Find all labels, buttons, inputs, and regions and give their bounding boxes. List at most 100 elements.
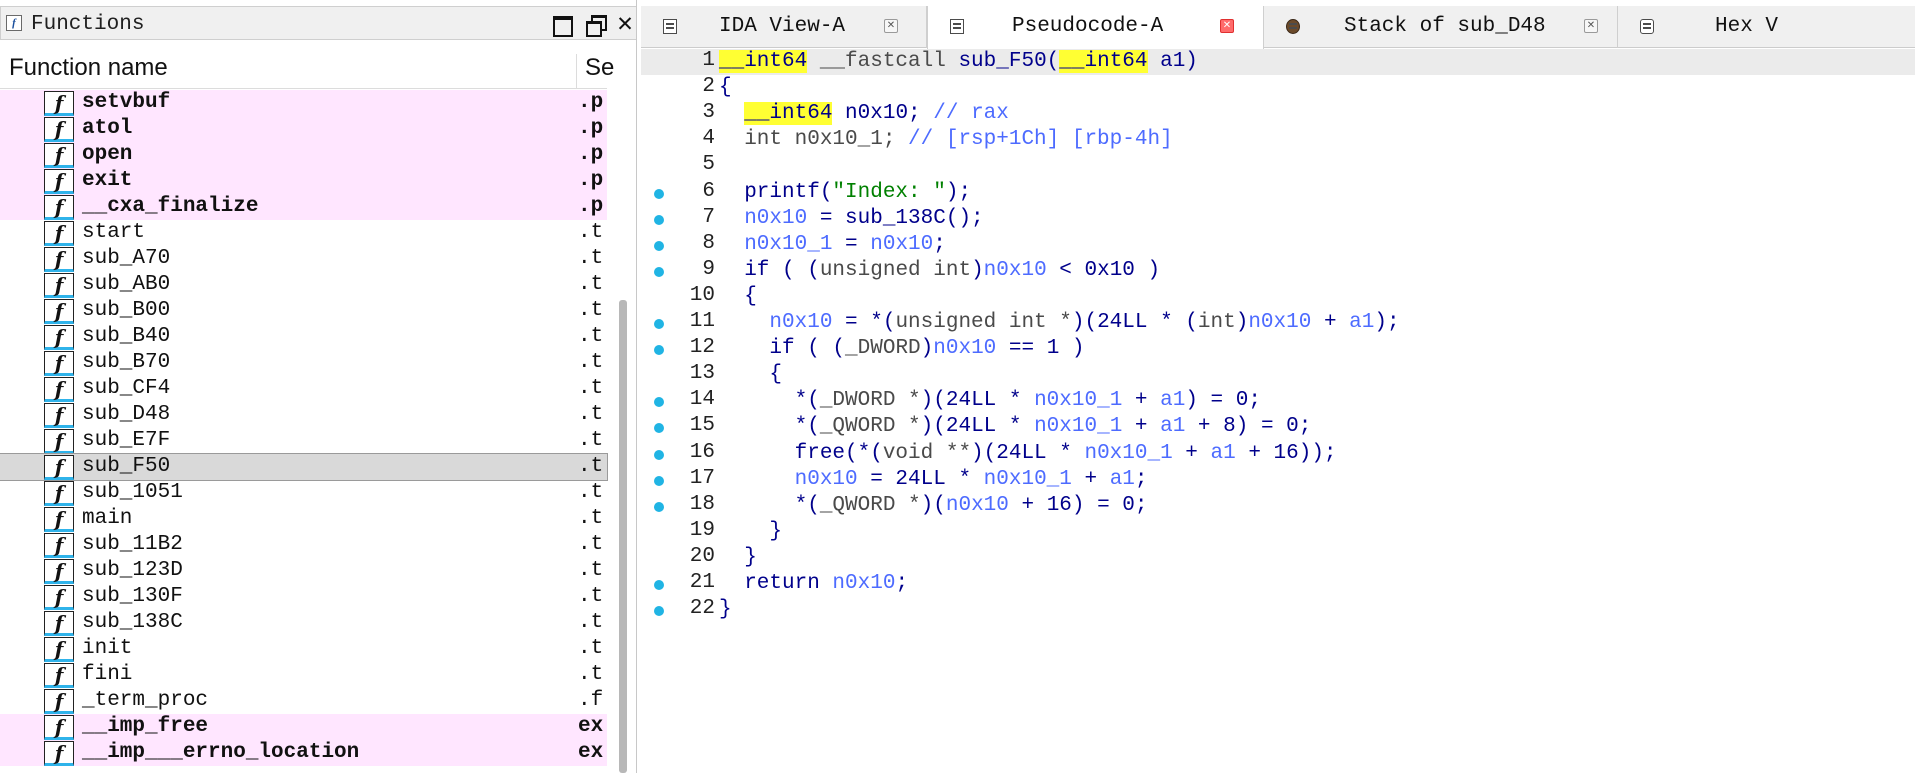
function-name: open [82,143,133,166]
code-token: sub_F50( [958,50,1060,73]
tab-pseudocode-a[interactable]: Pseudocode-A ✕ [927,6,1264,49]
code-line[interactable]: 6 printf("Index: "); [641,180,1915,206]
restore-icon[interactable] [583,12,607,37]
code-line[interactable]: 9 if ( (unsigned int)n0x10 < 0x10 ) [641,258,1915,284]
code-line[interactable]: 18 *(_QWORD *)(n0x10 + 16) = 0; [641,493,1915,519]
code-token: if ( ( [719,337,846,361]
function-row[interactable]: f start .t [0,220,607,246]
code-token: __int64 [719,50,808,73]
tab-close-icon[interactable]: ✕ [1584,19,1598,33]
code-line[interactable]: 21 return n0x10; [641,571,1915,597]
breakpoint-dot-icon[interactable] [654,214,664,225]
code-token: + [1311,311,1350,334]
functions-scrollbar[interactable] [619,300,627,773]
function-row[interactable]: f sub_F50 .t [0,453,608,481]
code-line[interactable]: 11 n0x10 = *(unsigned int *)(24LL * (int… [641,310,1915,336]
code-token: = sub_138C(); [807,206,984,230]
tab-close-icon[interactable]: ✕ [884,19,898,33]
function-row[interactable]: f __cxa_finalize .p [0,194,607,220]
code-text: } [719,519,782,545]
function-row[interactable]: f sub_123D .t [0,558,607,584]
function-row[interactable]: f init .t [0,636,607,662]
function-icon: f [44,715,74,740]
tab-hex-view[interactable]: Hex V [1618,6,1915,48]
close-icon[interactable]: ✕ [613,12,636,36]
code-line[interactable]: 8 n0x10_1 = n0x10; [641,232,1915,258]
code-line[interactable]: 15 *(_QWORD *)(24LL * n0x10_1 + a1 + 8) … [641,414,1915,440]
breakpoint-dot-icon[interactable] [654,188,664,199]
tab-ida-view-a[interactable]: IDA View-A ✕ [641,6,927,48]
line-number: 15 [689,414,715,438]
breakpoint-dot-icon[interactable] [654,449,664,460]
code-line[interactable]: 12 if ( (_DWORD)n0x10 == 1 ) [641,336,1915,362]
code-line[interactable]: 2{ [641,75,1915,101]
column-header-segment[interactable]: Se [576,54,614,88]
function-row[interactable]: f sub_B70 .t [0,350,607,376]
line-number: 12 [689,336,715,360]
function-row[interactable]: f setvbuf .p [0,90,607,116]
code-token: n0x10 [983,258,1047,282]
tab-stack-of-sub-d48[interactable]: Stack of sub_D48 ✕ [1264,6,1618,48]
code-token: printf( [719,180,833,204]
breakpoint-dot-icon[interactable] [654,319,664,329]
function-row[interactable]: f sub_138C .t [0,610,607,636]
code-text: *(_DWORD *)(24LL * n0x10_1 + a1) = 0; [719,388,1261,414]
breakpoint-dot-icon[interactable] [654,266,664,277]
code-line[interactable]: 14 *(_DWORD *)(24LL * n0x10_1 + a1) = 0; [641,388,1915,414]
function-row[interactable]: f sub_1051 .t [0,480,607,506]
function-row[interactable]: f exit .p [0,168,607,194]
code-line[interactable]: 20 } [641,545,1915,571]
breakpoint-dot-icon[interactable] [654,240,664,251]
function-row[interactable]: f __imp___errno_location ex [0,740,607,766]
function-segment: .t [578,481,604,504]
function-row[interactable]: f sub_E7F .t [0,428,607,454]
function-icon: f [44,91,74,116]
line-number: 7 [702,205,715,229]
breakpoint-dot-icon[interactable] [654,501,664,512]
code-line[interactable]: 7 n0x10 = sub_138C(); [641,206,1915,232]
function-segment: .t [578,325,604,348]
code-line[interactable]: 1 __int64 __fastcall sub_F50(__int64 a1) [641,49,1915,75]
breakpoint-dot-icon[interactable] [654,423,664,434]
tab-close-icon[interactable]: ✕ [1220,19,1234,33]
tab-bar: IDA View-A ✕ Pseudocode-A ✕ Stack of sub… [641,6,1915,49]
function-icon: f [44,429,74,454]
code-line[interactable]: 10 { [641,284,1915,310]
function-row[interactable]: f _term_proc .f [0,688,607,714]
function-segment: .t [578,273,604,296]
function-row[interactable]: f fini .t [0,662,607,688]
function-row[interactable]: f main .t [0,506,607,532]
function-row[interactable]: f sub_A70 .t [0,246,607,272]
code-token: + [1122,389,1161,413]
function-row[interactable]: f sub_D48 .t [0,402,607,428]
function-row[interactable]: f atol .p [0,116,607,142]
code-text: { [719,75,732,101]
function-icon: f [44,637,74,662]
function-row[interactable]: f sub_B40 .t [0,324,607,350]
code-line[interactable]: 16 free(*(void **)(24LL * n0x10_1 + a1 +… [641,441,1915,467]
maximize-icon[interactable] [549,12,573,37]
breakpoint-dot-icon[interactable] [654,345,664,356]
function-segment: .t [578,455,604,478]
function-row[interactable]: f sub_B00 .t [0,298,607,324]
code-line[interactable]: 13 { [641,362,1915,388]
function-row[interactable]: f sub_11B2 .t [0,532,607,558]
column-header-function-name[interactable]: Function name [9,54,168,82]
code-line[interactable]: 3 __int64 n0x10; // rax [641,101,1915,127]
stack-icon [1286,19,1300,34]
function-row[interactable]: f open .p [0,142,607,168]
code-line[interactable]: 5 [641,153,1915,179]
breakpoint-dot-icon[interactable] [654,580,664,590]
code-line[interactable]: 22} [641,597,1915,623]
function-row[interactable]: f sub_130F .t [0,584,607,610]
function-row[interactable]: f sub_AB0 .t [0,272,607,298]
breakpoint-dot-icon[interactable] [654,606,664,617]
breakpoint-dot-icon[interactable] [654,475,664,486]
function-row[interactable]: f __imp_free ex [0,714,607,740]
function-row[interactable]: f sub_CF4 .t [0,376,607,402]
breakpoint-dot-icon[interactable] [654,397,664,408]
code-line[interactable]: 17 n0x10 = 24LL * n0x10_1 + a1; [641,467,1915,493]
code-line[interactable]: 4 int n0x10_1; // [rsp+1Ch] [rbp-4h] [641,127,1915,153]
code-line[interactable]: 19 } [641,519,1915,545]
pseudocode-view[interactable]: 1 __int64 __fastcall sub_F50(__int64 a1) 2… [641,49,1915,773]
